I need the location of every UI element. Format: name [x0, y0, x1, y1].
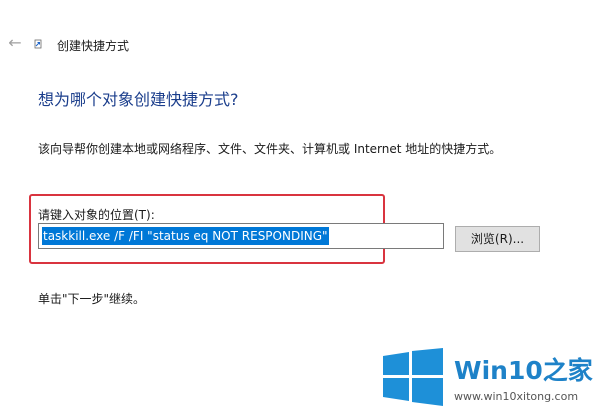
wizard-title-bar: ← 创建快捷方式	[0, 30, 612, 58]
location-input[interactable]: taskkill.exe /F /FI "status eq NOT RESPO…	[38, 223, 444, 249]
windows-logo-icon	[383, 348, 443, 406]
wizard-description: 该向导帮你创建本地或网络程序、文件、文件夹、计算机或 Internet 地址的快…	[38, 142, 502, 156]
watermark: Win10之家 www.win10xitong.com	[380, 335, 612, 419]
next-step-hint: 单击"下一步"继续。	[38, 292, 146, 306]
shortcut-icon	[34, 39, 42, 49]
back-button[interactable]: ←	[6, 34, 24, 52]
watermark-brand: Win10之家	[454, 356, 593, 385]
wizard-title: 创建快捷方式	[57, 39, 130, 53]
location-label: 请键入对象的位置(T):	[38, 208, 155, 222]
browse-button[interactable]: 浏览(R)...	[455, 226, 540, 252]
location-input-value: taskkill.exe /F /FI "status eq NOT RESPO…	[42, 227, 329, 245]
page-heading: 想为哪个对象创建快捷方式?	[38, 90, 239, 109]
watermark-url: www.win10xitong.com	[454, 390, 579, 403]
arrow-left-icon: ←	[8, 33, 22, 52]
